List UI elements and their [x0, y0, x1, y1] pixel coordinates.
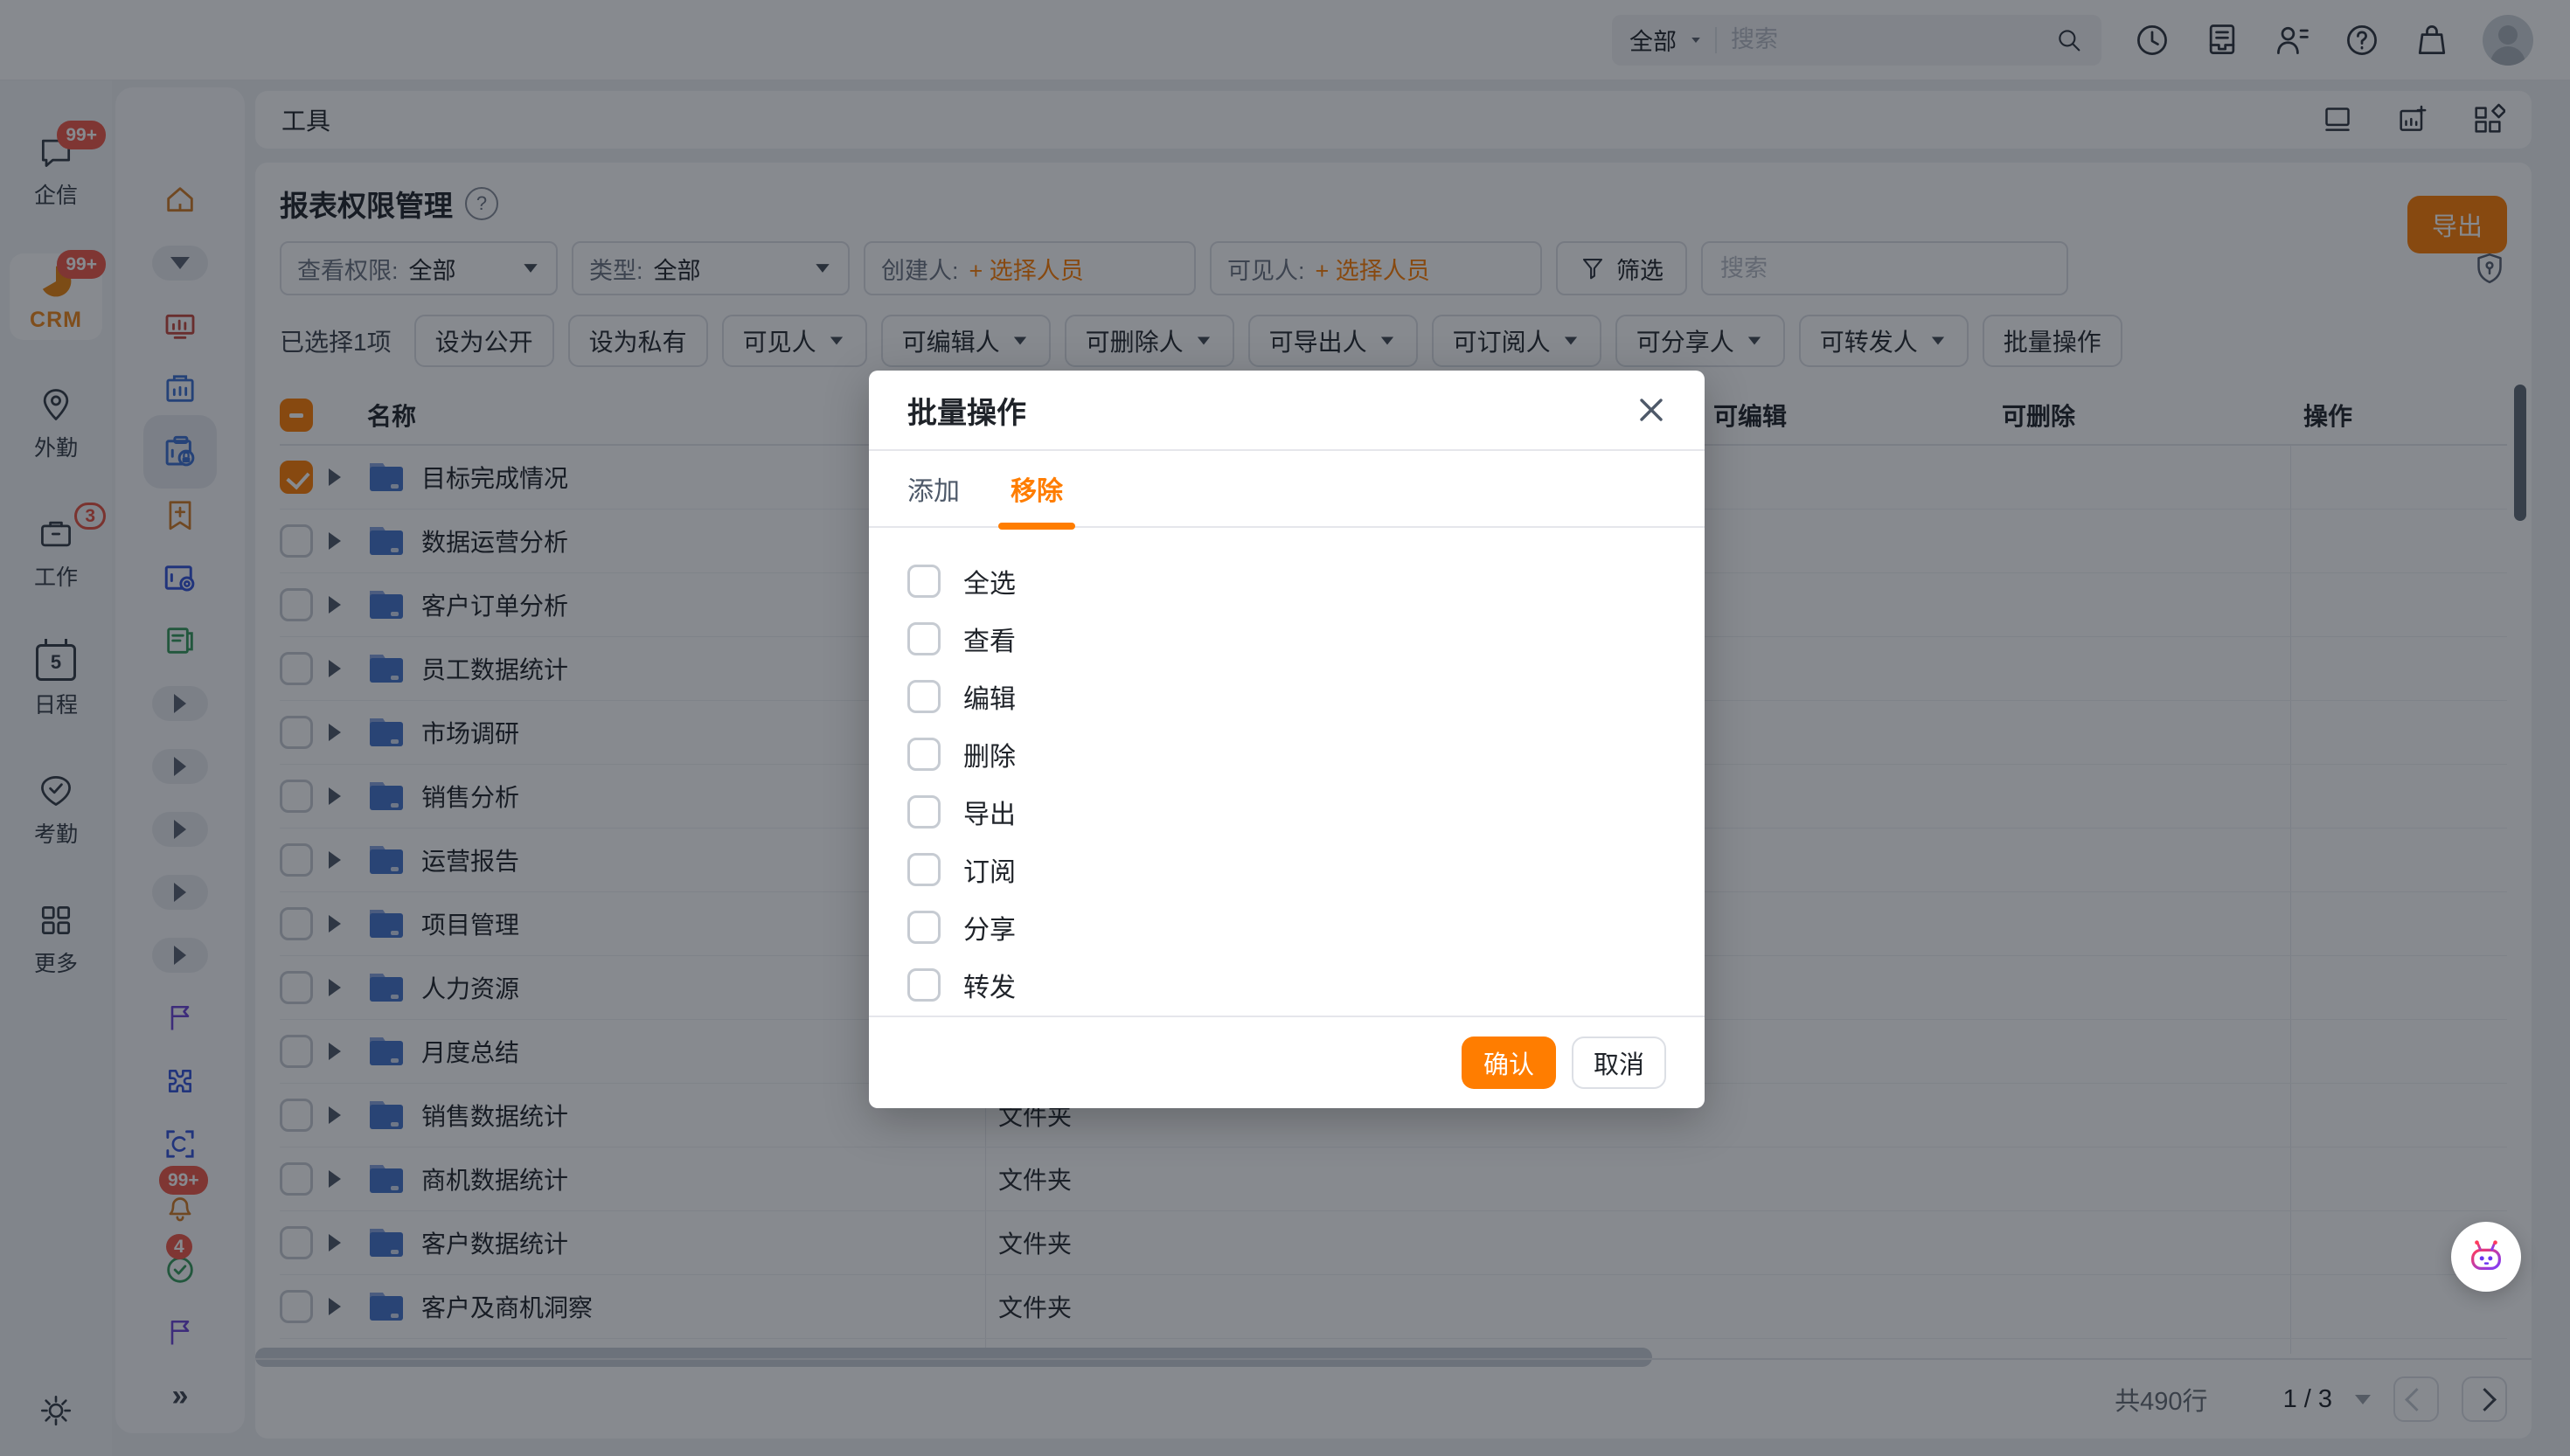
modal-title: 批量操作 [907, 389, 1026, 432]
option-checkbox[interactable] [907, 968, 941, 1002]
permission-options: 全选 查看 编辑 删除 导出 订阅 分享 转发 [869, 528, 1705, 1014]
option-checkbox[interactable] [907, 622, 941, 655]
option-edit[interactable]: 编辑 [907, 668, 1666, 725]
cancel-button[interactable]: 取消 [1572, 1037, 1666, 1089]
option-checkbox[interactable] [907, 795, 941, 829]
tab-add[interactable]: 添加 [907, 451, 960, 526]
option-checkbox[interactable] [907, 738, 941, 771]
option-view[interactable]: 查看 [907, 610, 1666, 668]
option-share[interactable]: 分享 [907, 898, 1666, 956]
confirm-button[interactable]: 确认 [1462, 1037, 1556, 1089]
tab-remove[interactable]: 移除 [1011, 451, 1063, 526]
option-checkbox[interactable] [907, 680, 941, 713]
option-forward[interactable]: 转发 [907, 956, 1666, 1014]
option-subscribe[interactable]: 订阅 [907, 841, 1666, 898]
modal-tabs: 添加 移除 [869, 451, 1705, 528]
assistant-fab[interactable] [2451, 1222, 2521, 1292]
option-checkbox[interactable] [907, 853, 941, 886]
robot-icon [2466, 1237, 2506, 1277]
option-export[interactable]: 导出 [907, 783, 1666, 841]
option-checkbox[interactable] [907, 565, 941, 598]
close-icon[interactable] [1636, 395, 1666, 425]
option-select-all[interactable]: 全选 [907, 552, 1666, 610]
option-checkbox[interactable] [907, 911, 941, 944]
batch-operation-modal: 批量操作 添加 移除 全选 查看 编辑 删除 导出 订阅 [869, 371, 1705, 1108]
option-delete[interactable]: 删除 [907, 725, 1666, 783]
